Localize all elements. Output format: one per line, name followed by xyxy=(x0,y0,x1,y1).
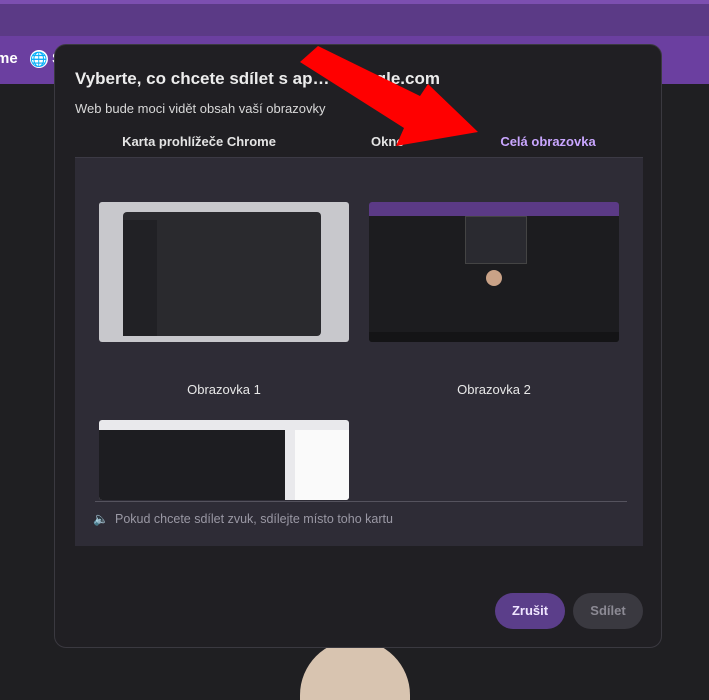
globe-icon[interactable]: 🌐 xyxy=(30,50,48,68)
tab-chrome-tab[interactable]: Karta prohlížeče Chrome xyxy=(75,129,323,157)
screen-1-preview-window xyxy=(123,212,321,336)
screen-2-label[interactable]: Obrazovka 2 xyxy=(369,382,619,397)
screen-2-preview-avatar xyxy=(486,270,502,286)
dialog-title: Vyberte, co chcete sdílet s ap… t.google… xyxy=(75,69,440,88)
divider xyxy=(95,501,627,502)
screen-2-preview-toolbar xyxy=(369,202,619,216)
screen-1-thumbnail[interactable] xyxy=(99,202,349,342)
screen-1-label[interactable]: Obrazovka 1 xyxy=(99,382,349,397)
cancel-button[interactable]: Zrušit xyxy=(495,593,565,629)
screen-2-preview-dialog xyxy=(465,216,527,264)
tab-window[interactable]: Okno xyxy=(323,129,453,157)
share-button[interactable]: Sdílet xyxy=(573,593,643,629)
screen-share-dialog: Vyberte, co chcete sdílet s ap… t.google… xyxy=(54,44,662,648)
participant-photo xyxy=(300,640,410,700)
speaker-icon: 🔈 xyxy=(93,512,109,526)
dialog-subtitle: Web bude moci vidět obsah vaší obrazovky xyxy=(75,101,326,116)
browser-tab-strip xyxy=(0,0,709,36)
tab-entire-screen[interactable]: Celá obrazovka xyxy=(453,129,643,160)
screen-3-preview-document xyxy=(295,430,349,500)
screen-2-thumbnail[interactable] xyxy=(369,202,619,342)
screen-3-preview-app xyxy=(99,430,285,500)
screen-3-thumbnail[interactable] xyxy=(99,420,349,500)
screen-picker-panel: Obrazovka 1 Obrazovka 2 🔈 Pokud chcete sd… xyxy=(75,157,643,546)
share-tabs: Karta prohlížeče Chrome Okno Celá obrazo… xyxy=(75,129,643,160)
audio-hint: 🔈 Pokud chcete sdílet zvuk, sdílejte míst… xyxy=(93,512,393,527)
screen-1-preview-sidebar xyxy=(123,220,157,336)
toolbar-text: me xyxy=(0,50,18,67)
audio-hint-text: Pokud chcete sdílet zvuk, sdílejte místo… xyxy=(115,512,393,526)
screen-2-preview-controls xyxy=(369,332,619,342)
